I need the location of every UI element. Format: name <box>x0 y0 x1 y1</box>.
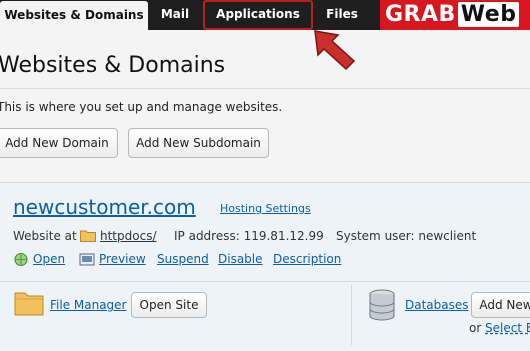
databases-link[interactable]: Databases <box>405 298 469 312</box>
pointer-arrow-icon <box>314 30 356 71</box>
tab-websites-domains[interactable]: Websites & Domains <box>0 1 148 30</box>
suspend-link[interactable]: Suspend <box>157 252 209 266</box>
folder-icon <box>80 230 96 242</box>
website-folder-link[interactable]: httpdocs/ <box>100 229 156 243</box>
tab-mail[interactable]: Mail <box>150 0 200 30</box>
system-user-text: System user: newclient <box>336 229 477 243</box>
description-link[interactable]: Description <box>273 252 341 266</box>
open-site-button[interactable]: Open Site <box>131 292 207 318</box>
add-new-database-button[interactable]: Add New <box>471 292 530 318</box>
logo-grab-text: GRAB <box>385 2 456 27</box>
header-divider <box>0 88 530 89</box>
preview-link[interactable]: Preview <box>99 252 146 266</box>
open-link[interactable]: Open <box>33 252 65 266</box>
page-title: Websites & Domains <box>0 53 226 78</box>
website-at-label: Website at <box>13 229 77 243</box>
add-new-domain-button[interactable]: Add New Domain <box>0 128 118 158</box>
tab-files[interactable]: Files <box>316 0 368 30</box>
select-existing-link[interactable]: Select E <box>485 321 530 335</box>
disable-link[interactable]: Disable <box>218 252 263 266</box>
preview-icon <box>79 253 95 266</box>
or-label: or <box>469 321 482 335</box>
hosting-settings-link[interactable]: Hosting Settings <box>220 202 311 215</box>
open-globe-icon <box>14 253 28 266</box>
grabweb-logo: GRAB Web <box>380 0 530 30</box>
ip-address-text: IP address: 119.81.12.99 <box>174 229 324 243</box>
card-divider <box>0 281 530 282</box>
database-icon <box>369 289 395 321</box>
page-description: This is where you set up and manage webs… <box>0 100 283 114</box>
domain-name-link[interactable]: newcustomer.com <box>13 195 196 219</box>
file-manager-link[interactable]: File Manager <box>50 298 127 312</box>
add-new-subdomain-button[interactable]: Add New Subdomain <box>128 128 269 158</box>
column-divider <box>351 285 352 345</box>
logo-web-text: Web <box>457 2 520 27</box>
file-manager-folder-icon <box>14 292 44 316</box>
tab-applications[interactable]: Applications <box>203 0 313 30</box>
